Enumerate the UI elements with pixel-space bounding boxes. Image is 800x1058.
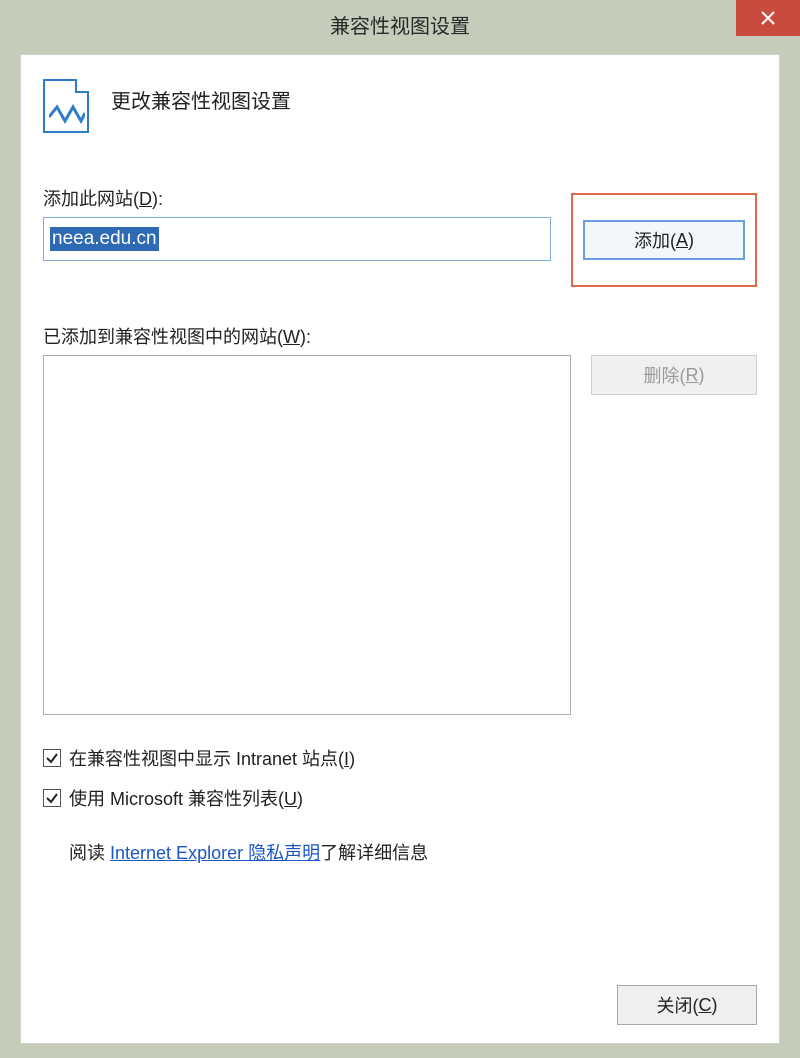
added-websites-listbox[interactable] bbox=[43, 355, 571, 715]
intranet-checkbox[interactable] bbox=[43, 749, 61, 767]
checkmark-icon bbox=[45, 751, 59, 765]
intranet-checkbox-label: 在兼容性视图中显示 Intranet 站点(I) bbox=[69, 745, 355, 771]
compat-view-settings-dialog: 兼容性视图设置 更改兼容性视图设置 添加此网站(D): neea.edu.cn bbox=[0, 0, 800, 1058]
website-url-input[interactable]: neea.edu.cn bbox=[43, 217, 551, 261]
add-website-row: neea.edu.cn 添加(A) bbox=[43, 217, 757, 287]
header-row: 更改兼容性视图设置 bbox=[43, 79, 757, 133]
mslist-checkbox-row: 使用 Microsoft 兼容性列表(U) bbox=[43, 785, 757, 811]
window-close-button[interactable] bbox=[736, 0, 800, 36]
header-subtitle: 更改兼容性视图设置 bbox=[111, 79, 291, 114]
add-button-highlight: 添加(A) bbox=[571, 193, 757, 287]
dialog-content: 更改兼容性视图设置 添加此网站(D): neea.edu.cn 添加(A) 已添… bbox=[20, 54, 780, 1044]
add-button[interactable]: 添加(A) bbox=[583, 220, 745, 260]
intranet-checkbox-row: 在兼容性视图中显示 Intranet 站点(I) bbox=[43, 745, 757, 771]
broken-page-icon bbox=[43, 79, 89, 133]
added-websites-row: 删除(R) bbox=[43, 355, 757, 715]
dialog-footer: 关闭(C) bbox=[43, 985, 757, 1025]
close-button[interactable]: 关闭(C) bbox=[617, 985, 757, 1025]
checkmark-icon bbox=[45, 791, 59, 805]
added-websites-label: 已添加到兼容性视图中的网站(W): bbox=[43, 323, 757, 349]
remove-button: 删除(R) bbox=[591, 355, 757, 395]
website-url-value: neea.edu.cn bbox=[50, 227, 159, 252]
list-side-column: 删除(R) bbox=[591, 355, 757, 715]
mslist-checkbox-label: 使用 Microsoft 兼容性列表(U) bbox=[69, 785, 303, 811]
close-icon bbox=[761, 11, 775, 25]
privacy-info-text: 阅读 Internet Explorer 隐私声明了解详细信息 bbox=[69, 839, 757, 865]
window-title: 兼容性视图设置 bbox=[0, 10, 800, 39]
privacy-statement-link[interactable]: Internet Explorer 隐私声明 bbox=[110, 843, 320, 863]
titlebar: 兼容性视图设置 bbox=[0, 0, 800, 48]
mslist-checkbox[interactable] bbox=[43, 789, 61, 807]
